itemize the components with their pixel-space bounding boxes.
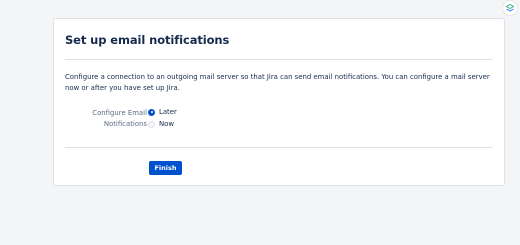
radio-now-label: Now [159, 120, 175, 128]
radio-option-later[interactable]: Later [148, 108, 177, 116]
radio-later[interactable] [148, 108, 155, 116]
form-divider [65, 147, 493, 148]
setup-description: Configure a connection to an outgoing ma… [65, 73, 490, 92]
email-setup-panel: Set up email notifications Configure a c… [53, 18, 505, 186]
finish-button[interactable]: Finish [149, 161, 182, 175]
title-divider [65, 59, 493, 60]
radio-option-now[interactable]: Now [148, 120, 174, 128]
page-title: Set up email notifications [65, 33, 230, 47]
extension-badge-icon[interactable] [502, 0, 518, 16]
radio-later-label: Later [159, 108, 177, 116]
radio-now[interactable] [148, 120, 155, 128]
configure-email-label: Configure Email Notifications [92, 109, 147, 128]
